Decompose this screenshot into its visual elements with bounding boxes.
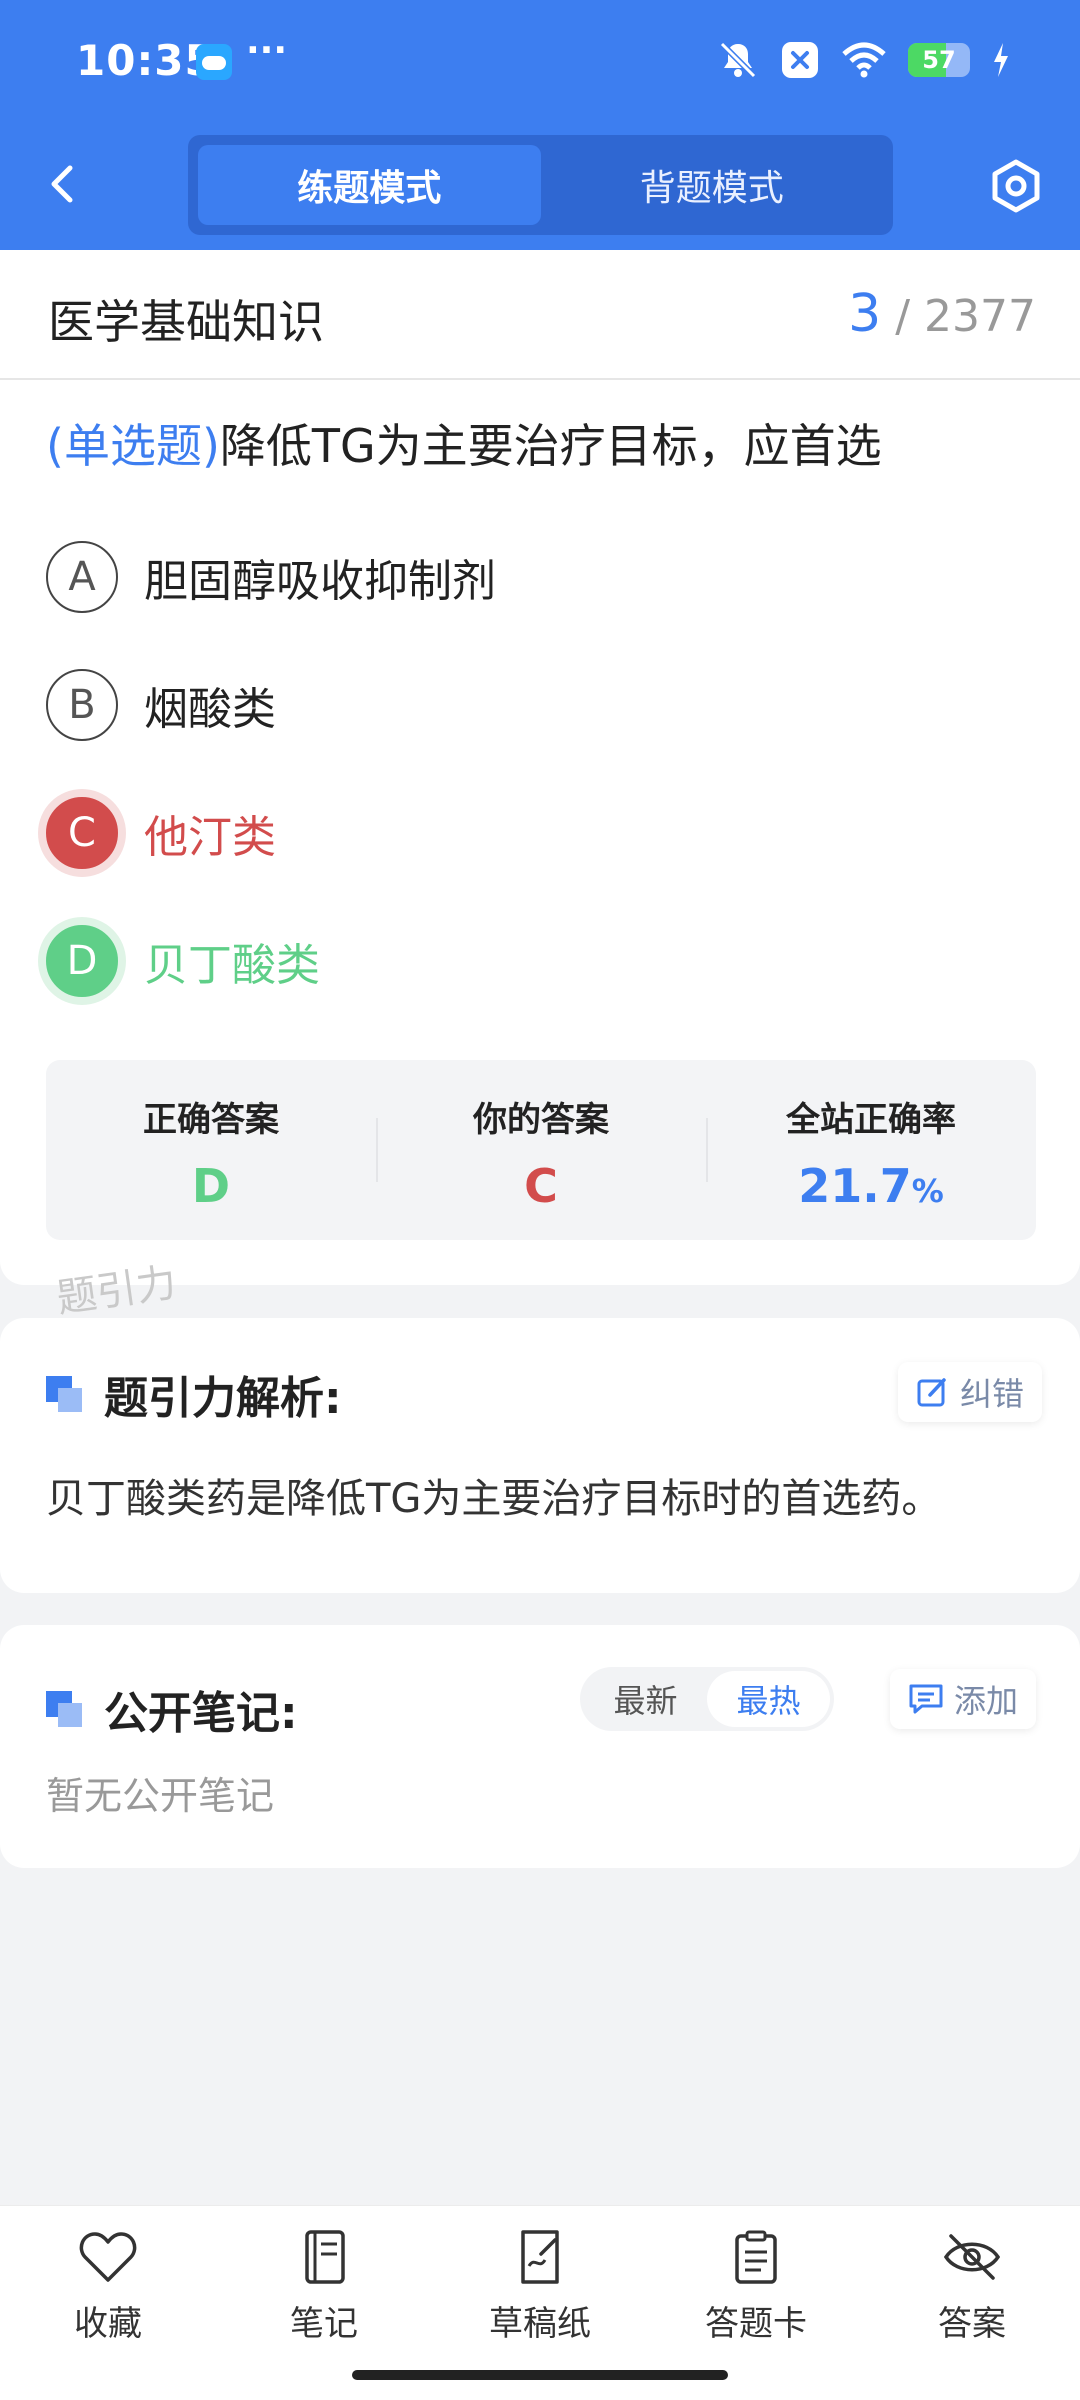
favorite-button[interactable]: 收藏 [0, 2206, 216, 2400]
favorite-label: 收藏 [74, 2304, 142, 2344]
stat-label: 你的答案 [473, 1100, 609, 1140]
sort-latest[interactable]: 最新 [584, 1671, 707, 1727]
question-stem: 降低TG为主要治疗目标，应首选 [219, 419, 882, 473]
notes-sort-toggle: 最新 最热 [580, 1667, 834, 1731]
total-count: / 2377 [895, 291, 1036, 342]
option-d[interactable]: D 贝丁酸类 [46, 924, 320, 998]
app-close-icon [780, 40, 820, 80]
battery-icon: 57 [908, 43, 970, 77]
option-letter: A [46, 541, 118, 613]
answer-stats: 正确答案 D 你的答案 C 全站正确率 21.7% [46, 1060, 1036, 1240]
question-text: (单选题)降低TG为主要治疗目标，应首选 [46, 410, 882, 476]
more-notifications-icon: ··· [246, 30, 288, 71]
mode-switch: 练题模式 背题模式 [188, 135, 893, 235]
home-indicator[interactable] [352, 2370, 728, 2380]
draft-paper-label: 草稿纸 [489, 2304, 591, 2344]
wifi-icon [842, 42, 886, 78]
explanation-card: 题引力解析: 纠错 贝丁酸类药是降低TG为主要治疗目标时的首选药。 [0, 1318, 1080, 1593]
status-icons: 57 [718, 38, 1010, 82]
correct-answer-stat: 正确答案 D [46, 1060, 376, 1240]
divider [0, 378, 1080, 380]
battery-level: 57 [922, 46, 956, 74]
tab-practice-mode[interactable]: 练题模式 [198, 145, 541, 225]
accuracy-number: 21.7 [798, 1159, 912, 1213]
chevron-left-icon [51, 165, 73, 203]
answer-card-label: 答题卡 [705, 2304, 807, 2344]
add-note-button[interactable]: 添加 [890, 1669, 1037, 1729]
settings-hex-icon [992, 159, 1040, 213]
your-answer-stat: 你的答案 C [376, 1060, 706, 1240]
accuracy-unit: % [911, 1172, 944, 1210]
back-button[interactable] [44, 160, 84, 208]
notes-label: 笔记 [290, 2304, 358, 2344]
eye-off-icon [943, 2234, 1001, 2280]
option-text: 胆固醇吸收抑制剂 [144, 556, 496, 607]
question-counter: 3 / 2377 [848, 284, 1036, 344]
add-note-label: 添加 [954, 1682, 1019, 1720]
current-index: 3 [848, 284, 882, 344]
status-bar: 10:35 ··· 57 [0, 0, 1080, 120]
show-answer-label: 答案 [938, 2304, 1006, 2344]
option-text: 烟酸类 [144, 684, 276, 735]
heart-icon [79, 2232, 137, 2282]
charging-icon [992, 43, 1010, 77]
option-c[interactable]: C 他汀类 [46, 796, 276, 870]
section-marker-icon [46, 1691, 82, 1727]
notes-title-text: 公开笔记: [104, 1688, 298, 1739]
option-letter: C [46, 797, 118, 869]
stat-label: 正确答案 [143, 1100, 279, 1140]
option-text: 贝丁酸类 [144, 940, 320, 991]
option-a[interactable]: A 胆固醇吸收抑制剂 [46, 540, 496, 614]
weather-icon [196, 44, 232, 80]
report-error-button[interactable]: 纠错 [898, 1362, 1043, 1422]
sort-hottest[interactable]: 最热 [707, 1671, 830, 1727]
section-marker-icon [46, 1376, 82, 1412]
answer-card-icon [735, 2230, 777, 2284]
question-type: (单选题) [46, 419, 220, 473]
option-b[interactable]: B 烟酸类 [46, 668, 276, 742]
draft-icon [521, 2230, 559, 2284]
explanation-title-text: 题引力解析: [104, 1373, 342, 1424]
correct-answer-value: D [191, 1159, 231, 1213]
tab-memorize-mode[interactable]: 背题模式 [541, 145, 884, 225]
notebook-icon [305, 2230, 345, 2284]
status-time: 10:35 [76, 36, 215, 85]
notes-title: 公开笔记: [46, 1677, 298, 1741]
explanation-text: 贝丁酸类药是降低TG为主要治疗目标时的首选药。 [46, 1476, 942, 1522]
report-error-label: 纠错 [960, 1375, 1025, 1413]
show-answer-button[interactable]: 答案 [864, 2206, 1080, 2400]
question-card: 医学基础知识 3 / 2377 (单选题)降低TG为主要治疗目标，应首选 A 胆… [0, 250, 1080, 1285]
comment-icon [909, 1684, 943, 1714]
top-bar: 10:35 ··· 57 练题模式 背题模式 [0, 0, 1080, 250]
notes-empty-state: 暂无公开笔记 [46, 1774, 275, 1818]
your-answer-value: C [524, 1159, 558, 1213]
category-title: 医学基础知识 [48, 295, 324, 349]
public-notes-card: 公开笔记: 最新 最热 添加 暂无公开笔记 [0, 1625, 1080, 1868]
explanation-title: 题引力解析: [46, 1362, 342, 1426]
settings-button[interactable] [988, 158, 1044, 214]
option-text: 他汀类 [144, 812, 276, 863]
option-letter: D [46, 925, 118, 997]
edit-icon [917, 1378, 946, 1407]
stat-label: 全站正确率 [786, 1100, 956, 1140]
mute-bell-icon [718, 40, 758, 80]
accuracy-value: 21.7% [706, 1159, 1036, 1213]
accuracy-stat: 全站正确率 21.7% [706, 1060, 1036, 1240]
option-letter: B [46, 669, 118, 741]
